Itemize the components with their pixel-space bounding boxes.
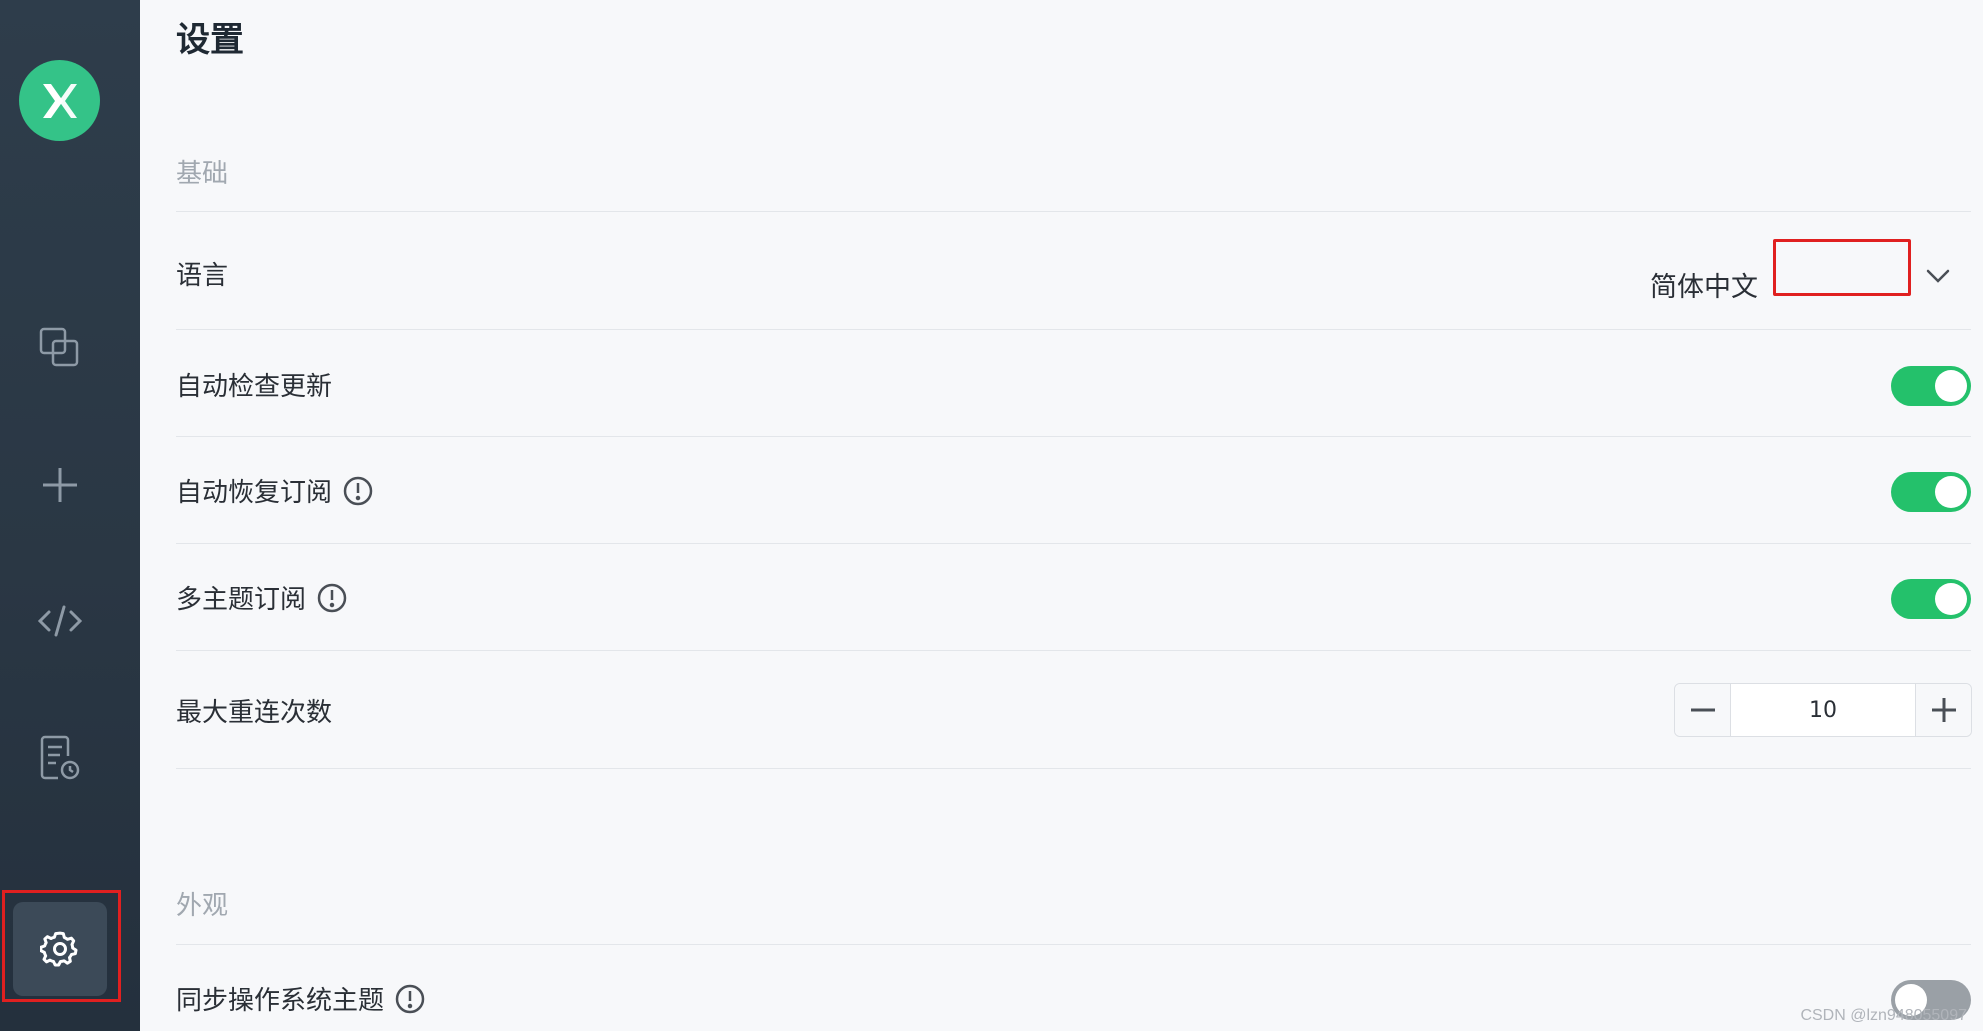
auto-resubscribe-label-text: 自动恢复订阅 (176, 478, 333, 508)
info-icon[interactable] (394, 983, 426, 1015)
decrement-button[interactable] (1675, 684, 1731, 736)
max-reconnect-label-text: 最大重连次数 (176, 698, 333, 728)
sync-os-theme-label-text: 同步操作系统主题 (176, 986, 385, 1016)
auto-check-update-toggle[interactable] (1891, 366, 1971, 406)
toggle-knob (1935, 583, 1967, 615)
auto-resubscribe-toggle[interactable] (1891, 472, 1971, 512)
increment-button[interactable] (1915, 684, 1971, 736)
settings-nav-item[interactable] (13, 902, 107, 996)
multi-topic-label-text: 多主题订阅 (176, 585, 307, 615)
language-label: 语言 (176, 255, 228, 292)
plus-icon[interactable] (30, 455, 90, 515)
gear-icon (40, 931, 78, 967)
multi-topic-label: 多主题订阅 (176, 579, 348, 616)
log-icon[interactable] (30, 728, 90, 788)
language-select-value[interactable]: 简体中文 (1637, 258, 1771, 310)
plus-icon (1931, 698, 1956, 722)
divider (176, 768, 1971, 769)
divider (176, 211, 1971, 212)
section-title-appearance: 外观 (176, 891, 229, 921)
divider (176, 650, 1971, 651)
section-title-basic: 基础 (176, 159, 229, 189)
divider (176, 329, 1971, 330)
page-title: 设置 (176, 20, 244, 60)
toggle-knob (1935, 370, 1967, 402)
auto-check-update-label-text: 自动检查更新 (176, 372, 333, 402)
auto-resubscribe-label: 自动恢复订阅 (176, 472, 374, 509)
settings-page: 设置 基础 语言 自动检查更新 自动恢复订阅 多主题订阅 最大重连次数 外观 同… (140, 0, 1983, 1031)
chevron-down-icon[interactable] (1920, 258, 1956, 294)
divider (176, 944, 1971, 945)
auto-check-update-label: 自动检查更新 (176, 366, 332, 403)
minus-icon (1690, 708, 1715, 712)
watermark: CSDN @lzn948055097 (1800, 1007, 1967, 1024)
toggle-knob (1935, 476, 1967, 508)
max-reconnect-stepper[interactable]: 10 (1674, 683, 1972, 737)
max-reconnect-label: 最大重连次数 (176, 692, 332, 729)
info-icon[interactable] (342, 475, 374, 507)
max-reconnect-value[interactable]: 10 (1731, 684, 1915, 736)
code-icon[interactable] (30, 591, 90, 651)
divider (176, 543, 1971, 544)
multi-topic-toggle[interactable] (1891, 579, 1971, 619)
app-logo (19, 60, 100, 141)
divider (176, 436, 1971, 437)
connections-icon[interactable] (30, 318, 90, 378)
language-label-text: 语言 (176, 261, 229, 291)
sync-os-theme-label: 同步操作系统主题 (176, 980, 426, 1017)
sidebar (0, 0, 140, 1031)
info-icon[interactable] (316, 582, 348, 614)
